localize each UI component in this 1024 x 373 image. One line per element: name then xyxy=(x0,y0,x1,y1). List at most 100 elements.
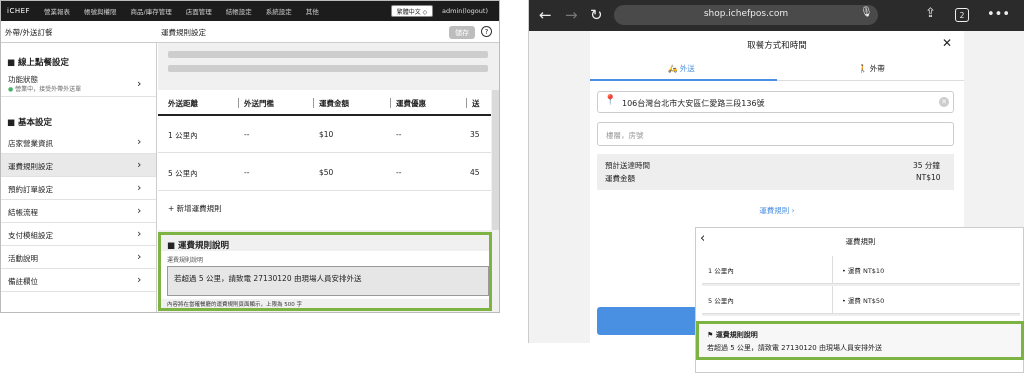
sidebar-item-promotion[interactable]: 活動說明 › xyxy=(1,246,156,269)
add-rule-button[interactable]: + 新增運費規則 xyxy=(168,203,222,214)
row-divider xyxy=(158,152,491,153)
rule-fee: • 運費 NT$50 xyxy=(842,297,885,305)
est-time-label: 預計送達時間 xyxy=(605,161,650,170)
rules-note-title-text: 運費規則說明 xyxy=(715,331,758,339)
nav-accounts[interactable]: 帳號與權限 xyxy=(84,6,117,16)
page-title: 運費規則設定 xyxy=(161,28,206,37)
ichef-logo: iCHEF xyxy=(7,7,31,15)
breadcrumb: 外帶/外送訂餐 xyxy=(5,28,53,37)
save-button[interactable]: 儲存 xyxy=(449,26,475,39)
fee-rules-link[interactable]: 運費規則 › xyxy=(590,205,964,216)
url-bar[interactable]: shop.ichefpos.com 🎙 xyxy=(614,5,878,25)
tab-label: 外帶 xyxy=(869,64,885,73)
cell-time: 45 xyxy=(470,168,480,177)
chevron-right-icon: › xyxy=(137,77,142,90)
sidebar-item-notes[interactable]: 備註欄位 › xyxy=(1,269,156,292)
sidebar-item-reservation[interactable]: 預約訂單設定 › xyxy=(1,177,156,200)
admin-window: iCHEF 營業報表 帳號與權限 商品/庫存管理 店面管理 結帳設定 系統設定 … xyxy=(0,0,500,313)
sidebar-item-payment[interactable]: 支付模組設定 › xyxy=(1,223,156,246)
status-sub-text: 營業中，接受外帶外送單 xyxy=(15,86,82,93)
share-icon[interactable]: ⇪ xyxy=(925,6,936,21)
nav-reports[interactable]: 營業報表 xyxy=(44,6,70,16)
main-content: 外送距離 外送門檻 運費金額 運費優惠 送 1 公里內 -- $10 -- 35… xyxy=(158,43,499,312)
forward-arrow-icon[interactable]: → xyxy=(565,6,578,24)
column-divider xyxy=(466,98,467,108)
chevron-right-icon: › xyxy=(137,181,142,194)
rule-distance: 1 公里內 xyxy=(708,267,734,275)
sidebar-item-label: 支付模組設定 xyxy=(8,231,53,240)
column-divider xyxy=(313,98,314,108)
online-order-section-title: ■ 線上點餐設定 xyxy=(7,58,69,68)
sidebar-item-label: 備註欄位 xyxy=(8,277,38,286)
language-select[interactable]: 繁體中文 ◇ xyxy=(391,5,433,17)
cell-threshold: -- xyxy=(244,168,250,177)
cell-discount: -- xyxy=(396,130,402,139)
note-textarea[interactable]: 若超過 5 公里，請致電 27130120 由現場人員安排外送 xyxy=(167,266,489,296)
sidebar-item-label: 活動說明 xyxy=(8,254,38,263)
nav-store[interactable]: 店面管理 xyxy=(186,6,212,16)
rules-note-text: 若超過 5 公里，請致電 27130120 由現場人員安排外送 xyxy=(707,344,882,352)
cell-fee: $10 xyxy=(319,130,334,139)
nav-products[interactable]: 商品/庫存管理 xyxy=(131,6,172,16)
nav-system[interactable]: 系統設定 xyxy=(266,6,292,16)
help-icon[interactable]: ? xyxy=(481,26,492,37)
cell-time: 35 xyxy=(470,130,480,139)
rules-note-title: ⚑ 運費規則說明 xyxy=(707,330,758,340)
rule-fee: • 運費 NT$10 xyxy=(842,267,885,275)
note-field-label: 運費規則說明 xyxy=(167,257,204,264)
tab-delivery[interactable]: 🛵 外送 xyxy=(668,63,695,74)
est-time-value: 35 分鐘 xyxy=(913,161,940,170)
cell-distance: 5 公里內 xyxy=(168,169,198,178)
chevron-right-icon: › xyxy=(137,227,142,240)
address-text: 106台灣台北市大安區仁愛路三段136號 xyxy=(622,99,765,108)
list-item: 5 公里內 • 運費 NT$50 xyxy=(702,286,1020,314)
chevron-right-icon: › xyxy=(137,158,142,171)
header-underline xyxy=(158,114,491,116)
more-icon[interactable]: ••• xyxy=(987,7,1010,22)
logout-link[interactable]: admin(logout) xyxy=(442,7,488,15)
reload-icon[interactable]: ↻ xyxy=(590,6,603,24)
shipping-note-section: ■ 運費規則說明 運費規則說明 若超過 5 公里，請致電 27130120 由現… xyxy=(158,232,492,311)
fee-value: NT$10 xyxy=(916,173,941,182)
cell-fee: $50 xyxy=(319,168,334,177)
close-icon[interactable]: ✕ xyxy=(942,36,952,50)
address-field[interactable]: 📍 106台灣台北市大安區仁愛路三段136號 ✕ xyxy=(597,91,954,113)
note-hint: 內容將在當確餐廳的運費規則頁面顯示，上限為 500 字 xyxy=(167,302,302,308)
nav-other[interactable]: 其他 xyxy=(306,6,319,16)
top-navbar: iCHEF 營業報表 帳號與權限 商品/庫存管理 店面管理 結帳設定 系統設定 … xyxy=(1,1,499,21)
sidebar-item-label: 運費規則設定 xyxy=(8,162,53,171)
url-text: shop.ichefpos.com xyxy=(703,9,789,19)
column-header: 運費優惠 xyxy=(396,99,426,108)
chevron-right-icon: › xyxy=(137,135,142,148)
sidebar-item-label: 結帳流程 xyxy=(8,208,38,217)
sidebar-item-shipping-rules[interactable]: 運費規則設定 › xyxy=(1,154,156,177)
column-divider xyxy=(390,98,391,108)
tab-takeout[interactable]: 🚶 外帶 xyxy=(858,63,885,74)
nav-checkout[interactable]: 結帳設定 xyxy=(226,6,252,16)
microphone-icon[interactable]: 🎙 xyxy=(860,7,873,18)
status-dot-icon: ● xyxy=(8,86,14,93)
cell-divider xyxy=(832,286,833,314)
row-divider xyxy=(158,190,491,191)
location-pin-icon: 📍 xyxy=(604,95,617,106)
floor-room-input[interactable]: 樓層，房號 xyxy=(597,122,954,146)
cell-threshold: -- xyxy=(244,130,250,139)
chevron-right-icon: › xyxy=(137,204,142,217)
browser-toolbar: ← → ↻ shop.ichefpos.com 🎙 ⇪ 2 ••• xyxy=(529,0,1024,31)
shipping-rules-table: 外送距離 外送門檻 運費金額 運費優惠 送 1 公里內 -- $10 -- 35… xyxy=(158,90,491,230)
scrollbar[interactable] xyxy=(492,90,499,230)
floor-placeholder: 樓層，房號 xyxy=(606,131,644,140)
flag-icon: ⚑ xyxy=(707,331,714,339)
column-header: 外送距離 xyxy=(168,99,198,108)
clear-icon[interactable]: ✕ xyxy=(939,97,949,107)
status-sub: ● 營業中，接受外帶外送單 xyxy=(8,84,81,93)
tab-count-icon[interactable]: 2 xyxy=(955,8,969,22)
back-arrow-icon[interactable]: ← xyxy=(539,6,552,24)
rule-distance: 5 公里內 xyxy=(708,297,734,305)
function-status-item[interactable]: 功能狀態 ● 營業中，接受外帶外送單 › xyxy=(1,71,156,97)
column-header: 運費金額 xyxy=(319,99,349,108)
sidebar-item-store-info[interactable]: 店家營業資訊 › xyxy=(1,131,156,154)
cell-distance: 1 公里內 xyxy=(168,131,198,140)
sidebar-item-checkout-flow[interactable]: 結帳流程 › xyxy=(1,200,156,223)
column-divider xyxy=(238,98,239,108)
